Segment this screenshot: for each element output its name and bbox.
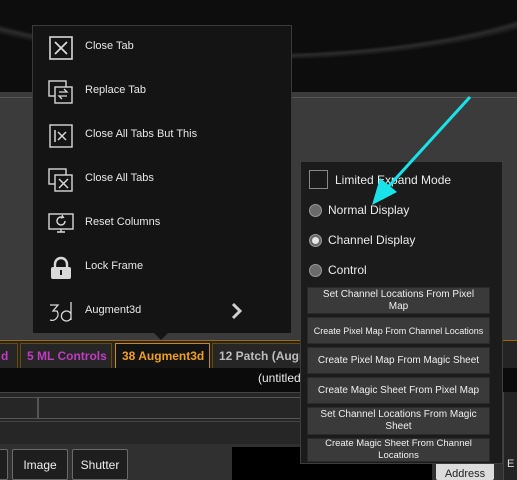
close-all-tabs-icon	[48, 168, 73, 192]
create-magic-sheet-from-channel-locations-button[interactable]: Create Magic Sheet From Channel Location…	[307, 438, 490, 462]
chevron-right-icon	[231, 302, 243, 320]
menu-item-close-tab[interactable]: Close Tab	[33, 28, 291, 68]
image-button[interactable]: Image	[12, 449, 68, 480]
create-magic-sheet-from-pixel-map-button[interactable]: Create Magic Sheet From Pixel Map	[307, 377, 490, 404]
toolbar-cell[interactable]	[0, 397, 38, 419]
limited-expand-label: Limited Expand Mode	[335, 173, 452, 187]
close-tab-icon	[49, 36, 73, 60]
document-title: (untitled)	[258, 371, 305, 385]
close-all-but-this-icon	[49, 124, 73, 148]
limited-expand-checkbox[interactable]	[309, 170, 328, 189]
right-strip: E	[503, 392, 517, 480]
menu-item-label: Lock Frame	[85, 260, 144, 272]
strip-label: E	[507, 458, 515, 470]
menu-item-close-all-tabs[interactable]: Close All Tabs	[33, 160, 291, 200]
set-channel-locations-from-pixel-map-button[interactable]: Set Channel Locations From Pixel Map	[307, 287, 490, 314]
menu-pointer	[154, 333, 168, 340]
create-pixel-map-from-magic-sheet-button[interactable]: Create Pixel Map From Magic Sheet	[307, 347, 490, 374]
control-radio[interactable]	[309, 264, 322, 277]
menu-item-reset-columns[interactable]: Reset Columns	[33, 204, 291, 244]
menu-item-close-all-but-this[interactable]: Close All Tabs But This	[33, 116, 291, 156]
control-label: Control	[328, 263, 367, 277]
augment3d-submenu: Limited Expand Mode Normal Display Chann…	[300, 161, 503, 464]
channel-display-label: Channel Display	[328, 233, 416, 247]
menu-item-lock-frame[interactable]: Lock Frame	[33, 248, 291, 288]
menu-item-replace-tab[interactable]: Replace Tab	[33, 72, 291, 112]
normal-display-radio[interactable]	[309, 204, 322, 217]
menu-item-label: Close Tab	[85, 40, 134, 52]
normal-display-label: Normal Display	[328, 203, 410, 217]
partial-button[interactable]	[0, 449, 8, 480]
augment3d-icon	[49, 302, 72, 322]
replace-tab-icon	[48, 80, 73, 104]
toolbar-cell[interactable]	[38, 397, 303, 419]
tab-patch[interactable]: 12 Patch (Augm	[212, 343, 302, 369]
menu-item-augment3d[interactable]: Augment3d	[33, 292, 291, 332]
menu-item-label: Close All Tabs	[85, 172, 154, 184]
tab-context-menu: Close Tab Replace Tab Close All Tabs But…	[32, 25, 292, 334]
shutter-button[interactable]: Shutter	[72, 449, 128, 480]
create-pixel-map-from-channel-locations-button[interactable]: Create Pixel Map From Channel Locations	[307, 317, 490, 344]
channel-display-radio[interactable]	[309, 234, 322, 247]
menu-item-label: Replace Tab	[85, 84, 146, 96]
tab-augment3d[interactable]: 38 Augment3d	[115, 343, 210, 369]
tab-ml-controls[interactable]: 5 ML Controls	[20, 343, 112, 369]
reset-columns-icon	[48, 213, 74, 233]
tab-partial[interactable]: d	[0, 343, 18, 369]
menu-item-label: Close All Tabs But This	[85, 128, 198, 140]
menu-item-label: Reset Columns	[85, 216, 161, 228]
lock-icon	[51, 256, 71, 279]
menu-item-label: Augment3d	[85, 304, 142, 316]
set-channel-locations-from-magic-sheet-button[interactable]: Set Channel Locations From Magic Sheet	[307, 407, 490, 435]
